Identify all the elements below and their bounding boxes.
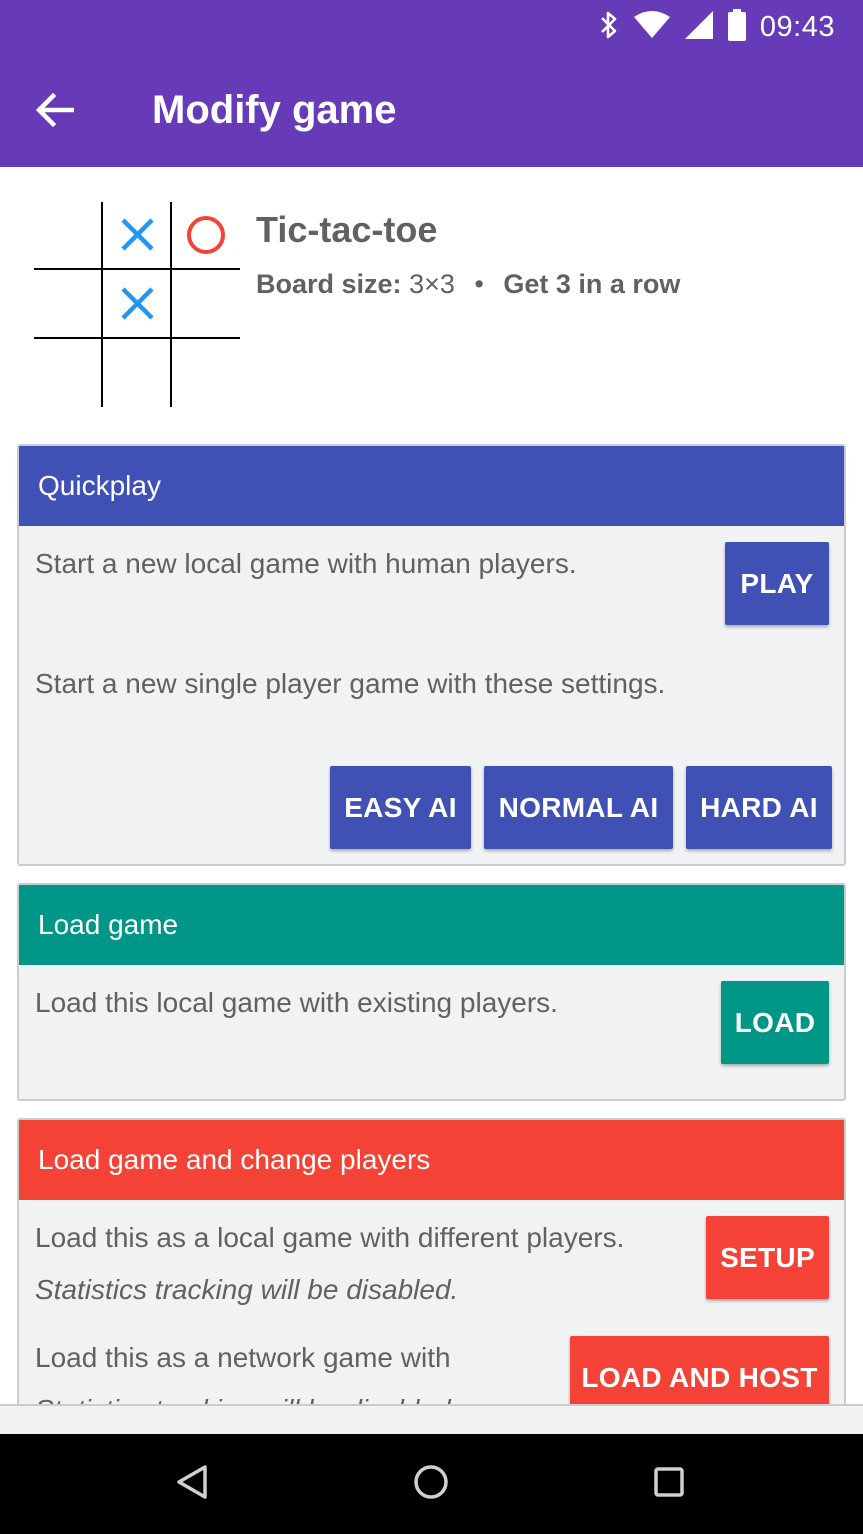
nav-home-button[interactable] — [401, 1454, 461, 1514]
board-size-label: Board size: — [256, 269, 402, 299]
battery-icon — [727, 8, 746, 46]
nav-recents-button[interactable] — [639, 1454, 699, 1514]
app-bar: Modify game — [0, 55, 863, 167]
home-circle-icon — [413, 1464, 449, 1505]
play-button[interactable]: PLAY — [725, 542, 829, 625]
status-icons: 09:43 — [598, 8, 835, 46]
game-title: Tic-tac-toe — [256, 209, 438, 250]
statistics-disabled-note: Statistics tracking will be disabled. — [35, 1274, 459, 1305]
navigation-bar — [0, 1434, 863, 1534]
page-title: Modify game — [152, 88, 397, 132]
load-and-host-button[interactable]: LOAD AND HOST — [570, 1336, 829, 1404]
single-player-text: Start a new single player game with thes… — [35, 668, 666, 699]
recents-square-icon — [653, 1466, 685, 1503]
bottom-divider — [0, 1404, 863, 1434]
local-different-players-text: Load this as a local game with different… — [35, 1222, 625, 1253]
back-button[interactable] — [30, 87, 80, 137]
x-mark-icon — [121, 287, 154, 320]
bluetooth-icon — [598, 9, 620, 46]
game-meta: Board size: 3×3 • Get 3 in a row — [256, 269, 680, 300]
o-mark-icon — [187, 216, 225, 254]
load-game-header: Load game — [19, 885, 844, 965]
board-size-value: 3×3 — [409, 269, 455, 299]
arrow-back-icon — [35, 92, 75, 132]
board-preview — [34, 202, 240, 407]
nav-back-button[interactable] — [162, 1454, 222, 1514]
easy-ai-button[interactable]: EASY AI — [330, 766, 471, 849]
human-game-text: Start a new local game with human player… — [35, 548, 577, 579]
signal-icon — [684, 10, 714, 45]
change-players-card: Load game and change players Load this a… — [17, 1118, 846, 1404]
load-game-text: Load this local game with existing playe… — [35, 987, 558, 1018]
network-game-text: Load this as a network game with — [35, 1342, 451, 1373]
change-players-body: Load this as a local game with different… — [19, 1200, 844, 1404]
status-bar: 09:43 — [0, 0, 863, 55]
load-game-body: Load this local game with existing playe… — [19, 965, 844, 1099]
load-game-card: Load game Load this local game with exis… — [17, 883, 846, 1101]
meta-separator: • — [474, 269, 484, 299]
main-content[interactable]: Tic-tac-toe Board size: 3×3 • Get 3 in a… — [0, 167, 863, 1404]
quickplay-header: Quickplay — [19, 446, 844, 526]
wifi-icon — [633, 10, 670, 44]
load-button[interactable]: LOAD — [721, 981, 829, 1064]
setup-button[interactable]: SETUP — [706, 1216, 829, 1299]
x-mark-icon — [121, 218, 154, 251]
win-condition: Get 3 in a row — [503, 269, 681, 299]
board-grid — [34, 202, 240, 407]
status-time: 09:43 — [759, 10, 835, 43]
quickplay-card: Quickplay Start a new local game with hu… — [17, 444, 846, 866]
network-statistics-note: Statistics tracking will be disabled. — [35, 1394, 458, 1404]
back-triangle-icon — [175, 1464, 209, 1505]
hard-ai-button[interactable]: HARD AI — [686, 766, 832, 849]
quickplay-body: Start a new local game with human player… — [19, 526, 844, 864]
normal-ai-button[interactable]: NORMAL AI — [484, 766, 673, 849]
change-players-header: Load game and change players — [19, 1120, 844, 1200]
